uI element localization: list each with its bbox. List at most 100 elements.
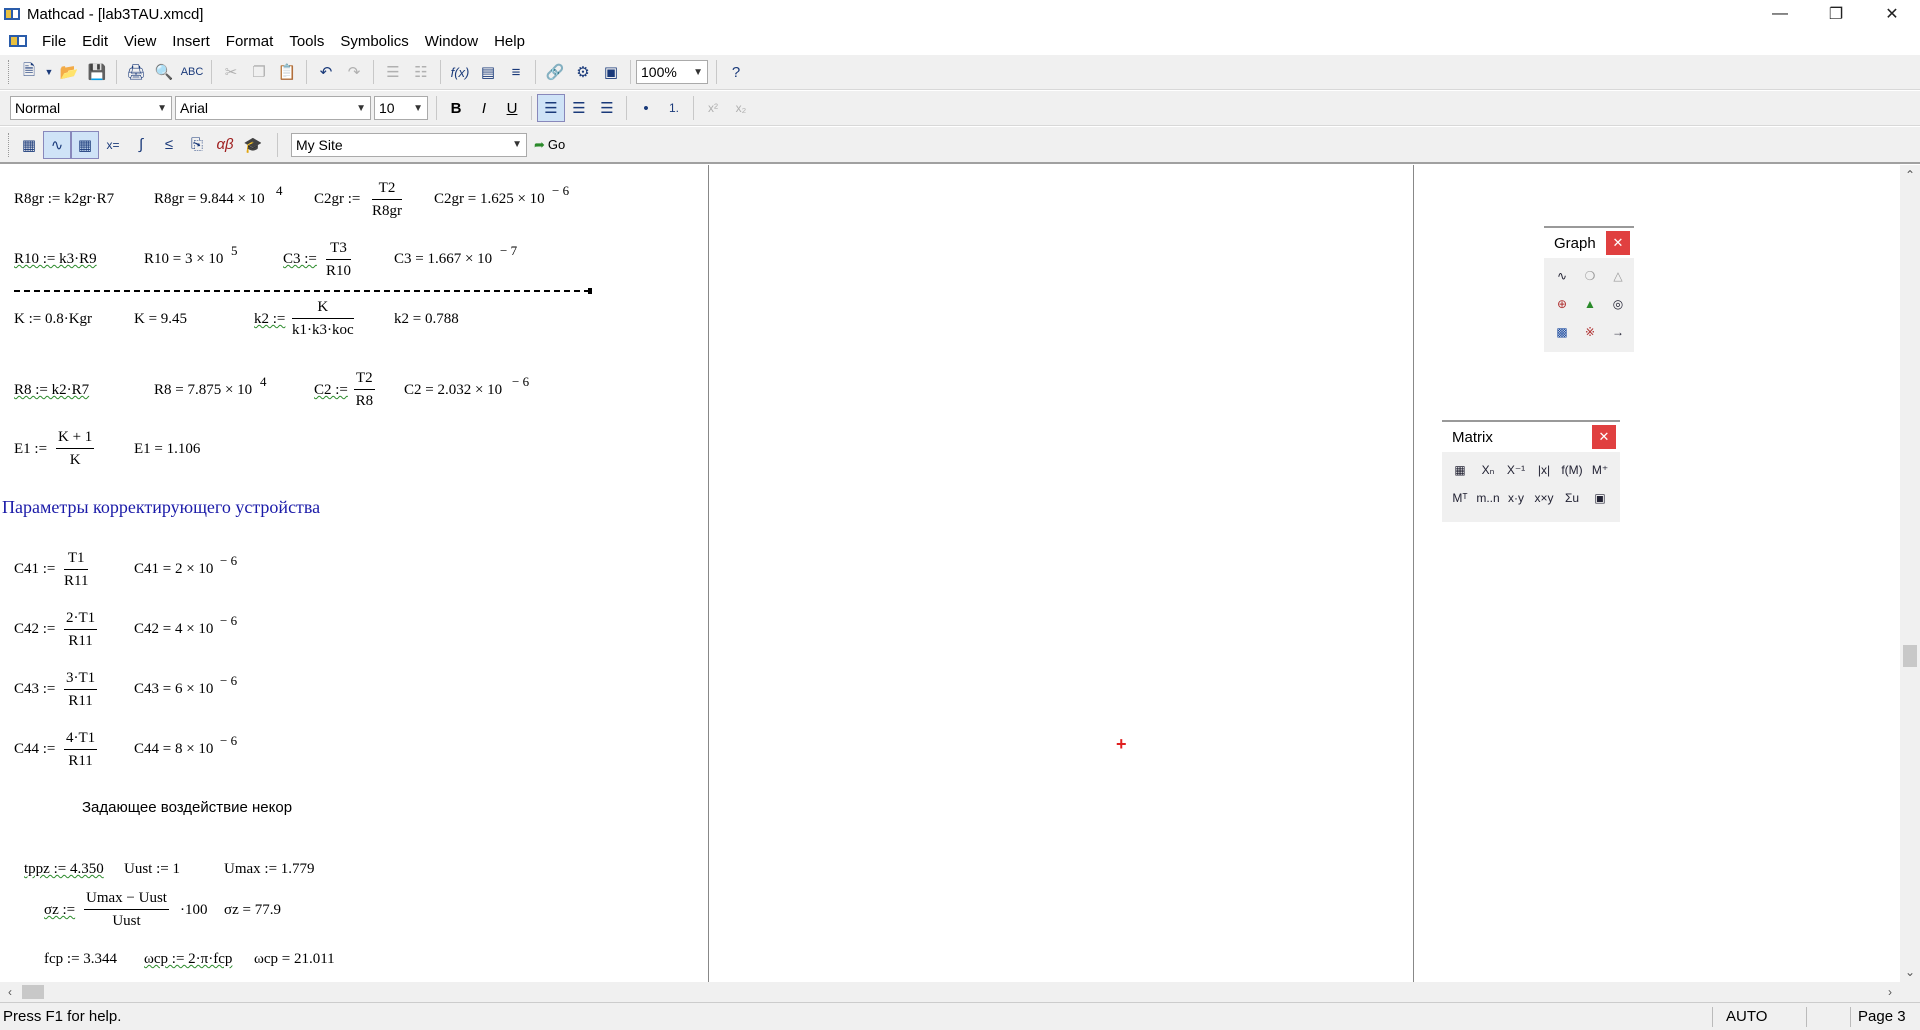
- matrix-palette-header[interactable]: Matrix ✕: [1442, 422, 1620, 452]
- style-combo[interactable]: Normal ▼: [10, 96, 172, 120]
- eq-c3-lhs[interactable]: C3 :=: [283, 251, 317, 268]
- site-combo[interactable]: My Site ▼: [291, 132, 527, 157]
- fraction[interactable]: T2 R8gr: [372, 180, 402, 220]
- eq-c41-result[interactable]: C41 = 2 × 10: [134, 561, 213, 578]
- surface-plot-icon[interactable]: △: [1606, 264, 1630, 288]
- eq-c43-lhs[interactable]: C43 :=: [14, 681, 55, 698]
- numbering-icon[interactable]: 1.: [660, 94, 688, 122]
- fraction[interactable]: 4·T1 R11: [64, 730, 98, 770]
- greek-icon[interactable]: αβ: [211, 131, 239, 159]
- eq-r8-result[interactable]: R8 = 7.875 × 10: [154, 382, 252, 399]
- menu-window[interactable]: Window: [417, 33, 486, 50]
- resource-center-icon[interactable]: ▣: [597, 58, 625, 86]
- programming-icon[interactable]: ⎘: [183, 131, 211, 159]
- underline-icon[interactable]: U: [498, 94, 526, 122]
- insert-function-icon[interactable]: f(x): [446, 58, 474, 86]
- align-center-icon[interactable]: ☰: [565, 94, 593, 122]
- align-across-icon[interactable]: ☰: [379, 58, 407, 86]
- menu-file[interactable]: File: [34, 33, 74, 50]
- menu-edit[interactable]: Edit: [74, 33, 116, 50]
- align-right-icon[interactable]: ☰: [593, 94, 621, 122]
- eq-c43-result[interactable]: C43 = 6 × 10: [134, 681, 213, 698]
- section-heading[interactable]: Параметры корректирующего устройства: [2, 497, 320, 518]
- bar-plot-3d-icon[interactable]: ▩: [1550, 320, 1574, 344]
- print-icon[interactable]: 🖨: [122, 58, 150, 86]
- eq-umax[interactable]: Umax := 1.779: [224, 861, 315, 878]
- redo-icon[interactable]: ↷: [340, 58, 368, 86]
- fraction[interactable]: 2·T1 R11: [64, 610, 98, 650]
- scatter-plot-icon[interactable]: ※: [1578, 320, 1602, 344]
- vector-field-icon[interactable]: →: [1606, 320, 1630, 344]
- matrix-icon[interactable]: ▦: [1448, 458, 1472, 482]
- align-down-icon[interactable]: ☷: [407, 58, 435, 86]
- menu-help[interactable]: Help: [486, 33, 533, 50]
- eq-c42-lhs[interactable]: C42 :=: [14, 621, 55, 638]
- picture-icon[interactable]: ▣: [1588, 486, 1612, 510]
- calculate-icon[interactable]: ≡: [502, 58, 530, 86]
- mathcad-app-icon[interactable]: [3, 6, 21, 22]
- minimize-icon[interactable]: —: [1752, 0, 1808, 28]
- document-icon[interactable]: [8, 33, 28, 49]
- scroll-thumb[interactable]: [1903, 645, 1917, 667]
- fraction[interactable]: T3 R10: [326, 240, 352, 280]
- eq-c44-lhs[interactable]: C44 :=: [14, 741, 55, 758]
- eq-sigma-result[interactable]: σz = 77.9: [224, 902, 281, 919]
- superscript-icon[interactable]: x²: [699, 94, 727, 122]
- dot-product-icon[interactable]: x·y: [1504, 486, 1528, 510]
- eq-fcp[interactable]: fcp := 3.344: [44, 951, 117, 968]
- paste-icon[interactable]: 📋: [273, 58, 301, 86]
- eq-e1-result[interactable]: E1 = 1.106: [134, 441, 200, 458]
- cut-icon[interactable]: ✂: [217, 58, 245, 86]
- go-button[interactable]: ➦ Go: [534, 137, 565, 153]
- eq-c2gr-lhs[interactable]: C2gr :=: [314, 191, 360, 208]
- eq-r8-def[interactable]: R8 := k2·R7: [14, 382, 89, 399]
- menu-tools[interactable]: Tools: [281, 33, 332, 50]
- menu-format[interactable]: Format: [218, 33, 282, 50]
- eq-uust[interactable]: Uust := 1: [124, 861, 180, 878]
- eq-e1-lhs[interactable]: E1 :=: [14, 441, 47, 458]
- restore-icon[interactable]: ❐: [1808, 0, 1864, 28]
- vertical-scrollbar[interactable]: ⌃ ⌄: [1900, 165, 1920, 982]
- eq-k2-result[interactable]: k2 = 0.788: [394, 311, 459, 328]
- eq-k-result[interactable]: K = 9.45: [134, 311, 187, 328]
- polar-plot-icon[interactable]: ❍: [1578, 264, 1602, 288]
- eq-wcp-result[interactable]: ωcp = 21.011: [254, 951, 335, 968]
- toolbar-grip[interactable]: [8, 60, 11, 84]
- close-icon[interactable]: ✕: [1592, 425, 1616, 449]
- scroll-thumb[interactable]: [22, 985, 44, 999]
- subscript-icon[interactable]: Xₙ: [1476, 458, 1500, 482]
- font-size-combo[interactable]: 10 ▼: [374, 96, 428, 120]
- fraction[interactable]: T2 R8: [354, 370, 375, 410]
- toolbar-grip[interactable]: [8, 132, 11, 157]
- new-dropdown-icon[interactable]: ▼: [43, 58, 55, 86]
- fraction[interactable]: T1 R11: [64, 550, 89, 590]
- fraction[interactable]: Kk1·k3·koc: [292, 299, 354, 339]
- graph-toolbar-icon[interactable]: ∿: [43, 130, 71, 159]
- align-left-icon[interactable]: ☰: [537, 94, 565, 122]
- eq-r10-result[interactable]: R10 = 3 × 10: [144, 251, 223, 268]
- italic-icon[interactable]: I: [470, 94, 498, 122]
- text-region[interactable]: Задающее воздействие некор: [82, 799, 292, 816]
- component-wizard-icon[interactable]: ⚙: [569, 58, 597, 86]
- vectorize-icon[interactable]: f(M): [1560, 458, 1584, 482]
- eq-c3-result[interactable]: C3 = 1.667 × 10: [394, 251, 492, 268]
- matrix-toolbar-icon[interactable]: ▦: [71, 130, 99, 159]
- inverse-icon[interactable]: X⁻¹: [1504, 458, 1528, 482]
- zoom-icon[interactable]: ⊕: [1550, 292, 1574, 316]
- print-preview-icon[interactable]: 🔍: [150, 58, 178, 86]
- menu-view[interactable]: View: [116, 33, 164, 50]
- close-icon[interactable]: ✕: [1864, 0, 1920, 28]
- cross-product-icon[interactable]: x×y: [1532, 486, 1556, 510]
- symbolic-icon[interactable]: 🎓: [239, 131, 267, 159]
- new-icon[interactable]: 🗎: [15, 58, 43, 86]
- copy-icon[interactable]: ❐: [245, 58, 273, 86]
- eq-r8gr-result[interactable]: R8gr = 9.844 × 10: [154, 191, 265, 208]
- close-icon[interactable]: ✕: [1606, 231, 1630, 255]
- menu-symbolics[interactable]: Symbolics: [332, 33, 416, 50]
- eq-c42-result[interactable]: C42 = 4 × 10: [134, 621, 213, 638]
- divider-handle[interactable]: [588, 288, 592, 294]
- insert-hyperlink-icon[interactable]: 🔗: [541, 58, 569, 86]
- eq-c2gr-result[interactable]: C2gr = 1.625 × 10: [434, 191, 545, 208]
- eq-c41-lhs[interactable]: C41 :=: [14, 561, 55, 578]
- trace-icon[interactable]: ◎: [1606, 292, 1630, 316]
